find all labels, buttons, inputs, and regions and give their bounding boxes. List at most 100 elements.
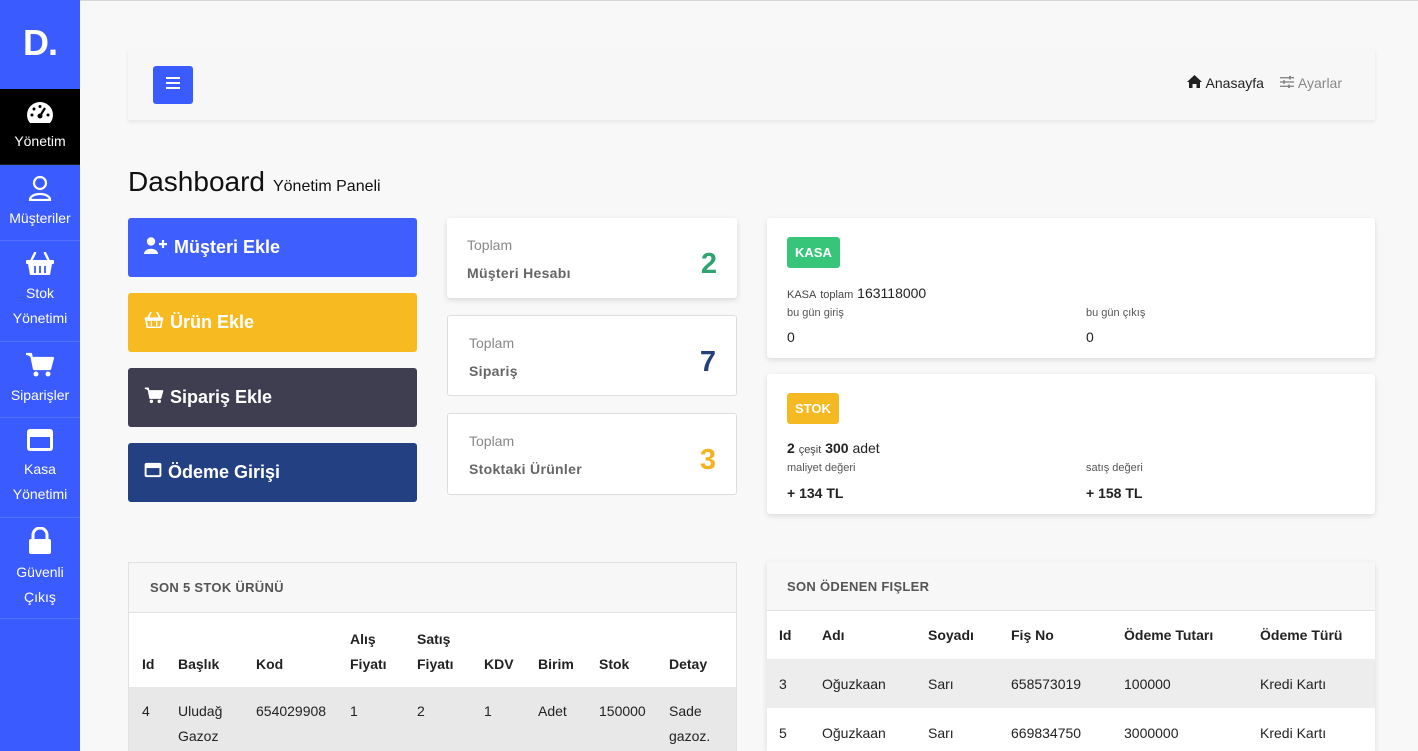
home-link-label: Anasayfa [1205, 75, 1264, 91]
sidebar-item-label: Kasa [24, 461, 56, 477]
logo[interactable]: D. [0, 0, 80, 89]
recent-stock-table: Id Başlık Kod Alış Fiyatı Satış Fiyatı K… [129, 613, 736, 751]
column-header: Fiş No [1011, 627, 1054, 643]
table-cell: 669834750 [1011, 724, 1082, 741]
add-customer-button[interactable]: Müşteri Ekle [128, 218, 417, 277]
column-header: Birim [538, 656, 574, 672]
table-cell: 3 [779, 675, 787, 692]
stok-cost-value: + 134 TL [787, 485, 844, 501]
kasa-out-label: bu gün çıkış [1086, 307, 1146, 319]
kasa-total-label: toplam [820, 289, 854, 301]
add-order-button[interactable]: Sipariş Ekle [128, 368, 417, 427]
recent-receipts-table-title: SON ÖDENEN FIŞLER [767, 562, 1375, 611]
kasa-out-value: 0 [1086, 329, 1094, 345]
table-cell: 1 [484, 703, 492, 719]
add-product-label: Ürün Ekle [170, 312, 255, 332]
table-cell: Uludağ Gazoz [178, 703, 223, 744]
cart-icon [144, 387, 164, 409]
stok-variety-count: 2 [787, 440, 795, 456]
settings-link-label: Ayarlar [1297, 75, 1342, 91]
table-cell: 150000 [599, 703, 646, 719]
table-cell: 4 [142, 703, 150, 719]
sidebar-item-label: Siparişler [10, 386, 70, 403]
table-cell: 654029908 [256, 703, 327, 719]
column-header: Id [142, 656, 155, 672]
sidebar-item-yonetim[interactable]: Yönetim [0, 89, 80, 165]
menu-toggle-button[interactable] [153, 66, 193, 104]
kasa-in-value: 0 [787, 329, 795, 345]
stat-top-label: Toplam [469, 335, 515, 351]
page-title: Dashboard [128, 166, 265, 197]
table-cell: Sarı [928, 675, 954, 692]
table-cell: Kredi Kartı [1260, 724, 1327, 741]
kasa-prefix: KASA [787, 289, 817, 301]
stat-value: 2 [700, 248, 717, 280]
table-cell: 3000000 [1124, 724, 1179, 741]
stok-variety-label: çeşit [798, 444, 822, 456]
stat-top-label: Toplam [469, 433, 515, 449]
column-header: Kod [256, 656, 284, 672]
sidebar-item-label: Müşteriler [9, 209, 71, 226]
stat-value: 7 [699, 346, 716, 378]
stat-label: Sipariş [469, 363, 518, 379]
sidebar-item-stok-yonetimi[interactable]: Stok Yönetimi [0, 241, 80, 342]
hamburger-icon [166, 76, 180, 94]
stok-card: STOK 2 çeşit 300 adet maliyet değeri + 1… [767, 374, 1375, 514]
stok-badge: STOK [787, 393, 839, 424]
stok-sale-label: satış değeri [1086, 462, 1143, 474]
table-cell: Oğuzkaan [822, 724, 886, 741]
table-row[interactable]: 3 Oğuzkaan Sarı 658573019 100000 Kredi K… [767, 659, 1375, 708]
add-order-label: Sipariş Ekle [170, 387, 273, 407]
add-customer-label: Müşteri Ekle [174, 237, 281, 257]
payment-entry-button[interactable]: Ödeme Girişi [128, 443, 417, 502]
column-header: Detay [669, 656, 708, 672]
table-cell: 100000 [1124, 675, 1171, 692]
sidebar-item-guvenli-cikis[interactable]: Güvenli Çıkış [0, 518, 80, 619]
page-subtitle: Yönetim Paneli [272, 178, 381, 195]
kasa-badge: KASA [787, 237, 840, 268]
recent-stock-table-title: SON 5 STOK ÜRÜNÜ [129, 563, 736, 613]
column-header: Adı [822, 627, 845, 643]
credit-card-icon [26, 428, 54, 452]
cart-icon [25, 352, 55, 378]
basket-icon [25, 251, 55, 276]
recent-receipts-table: Id Adı Soyadı Fiş No Ödeme Tutarı Ödeme … [767, 611, 1375, 751]
stat-card-orders: Toplam Sipariş 7 [447, 315, 737, 396]
home-link[interactable]: Anasayfa [1186, 75, 1264, 91]
add-product-button[interactable]: Ürün Ekle [128, 293, 417, 352]
column-header: Ödeme Türü [1260, 627, 1343, 643]
table-cell: Adet [538, 703, 567, 719]
settings-link[interactable]: Ayarlar [1279, 75, 1342, 91]
column-header: KDV [484, 656, 514, 672]
column-header: Başlık [178, 656, 220, 672]
table-row[interactable]: 4 Uludağ Gazoz 654029908 1 2 1 Adet 1500… [129, 687, 736, 751]
stat-card-customers: Toplam Müşteri Hesabı 2 [447, 218, 737, 298]
column-header: Stok [599, 656, 630, 672]
stok-summary-line: 2 çeşit 300 adet [787, 440, 880, 456]
stat-top-label: Toplam [467, 237, 513, 253]
table-cell: 1 [350, 703, 358, 719]
stat-label: Stoktaki Ürünler [469, 461, 582, 477]
kasa-total-line: KASA toplam 163118000 [787, 285, 926, 301]
recent-receipts-table-card: SON ÖDENEN FIŞLER Id Adı Soyadı Fiş No Ö… [767, 562, 1375, 751]
table-cell: Sarı [928, 724, 954, 741]
kasa-in-label: bu gün giriş [787, 307, 844, 319]
top-border [0, 0, 1418, 1]
header-links: Anasayfa Ayarlar [1186, 75, 1342, 91]
table-cell: Oğuzkaan [822, 675, 886, 692]
table-row[interactable]: 5 Oğuzkaan Sarı 669834750 3000000 Kredi … [767, 708, 1375, 751]
sidebar-item-label: Stok [25, 284, 54, 301]
table-cell: 2 [417, 703, 425, 719]
sidebar-item-label: Yönetimi [12, 486, 68, 502]
page-heading: Dashboard Yönetim Paneli [128, 166, 381, 198]
sliders-icon [1279, 75, 1294, 91]
column-header: Satış Fiyatı [417, 631, 454, 672]
column-header: Alış Fiyatı [350, 631, 387, 672]
sidebar-item-label: Yönetimi [12, 309, 68, 326]
kasa-total-value: 163118000 [857, 285, 927, 301]
sidebar-item-musteriler[interactable]: Müşteriler [0, 165, 80, 241]
table-cell: Kredi Kartı [1260, 675, 1327, 692]
stat-card-stock-products: Toplam Stoktaki Ürünler 3 [447, 413, 737, 495]
sidebar-item-kasa-yonetimi[interactable]: Kasa Yönetimi [0, 418, 80, 518]
sidebar-item-siparisler[interactable]: Siparişler [0, 342, 80, 418]
